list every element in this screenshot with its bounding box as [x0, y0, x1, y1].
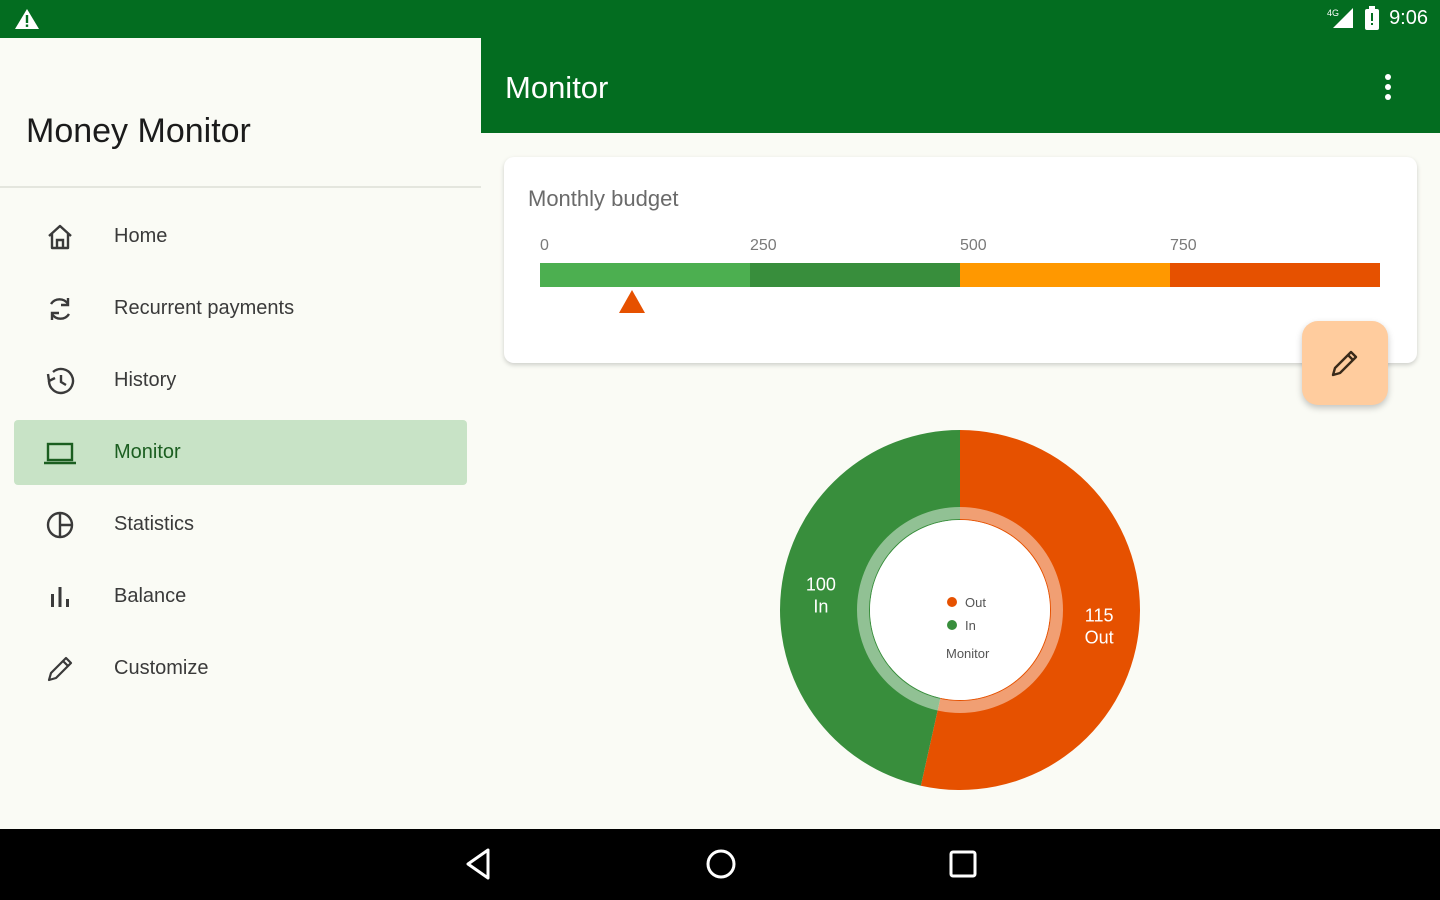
page-title: Monitor [505, 70, 609, 105]
nav-list: Home Recurrent payments History Monitor … [14, 204, 467, 708]
back-icon[interactable] [464, 847, 492, 881]
slice-name-label: In [813, 597, 828, 617]
budget-tick-label: 500 [960, 237, 987, 254]
sidebar-item-history[interactable]: History [14, 348, 467, 413]
pie-chart-icon [46, 511, 74, 539]
navigation-drawer: Money Monitor Home Recurrent payments Hi… [0, 38, 481, 829]
system-navigation-bar [0, 829, 1440, 900]
budget-card: Monthly budget 0 250 500 750 [504, 157, 1417, 363]
budget-tick-label: 250 [750, 237, 777, 254]
donut-center-label: Monitor [946, 646, 990, 661]
budget-segment [750, 263, 960, 287]
slice-name-label: Out [1085, 627, 1114, 647]
sidebar-item-label: Balance [114, 585, 187, 607]
home-button-icon[interactable] [704, 847, 738, 881]
slice-value-label: 115 [1085, 605, 1114, 625]
budget-tick-label: 0 [540, 237, 549, 254]
history-icon [46, 367, 75, 395]
sidebar-item-label: Recurrent payments [114, 297, 295, 319]
bar-chart-icon [51, 587, 69, 607]
recents-icon[interactable] [948, 847, 978, 881]
home-icon [48, 224, 72, 250]
battery-icon [1365, 6, 1380, 30]
sidebar-item-label: Statistics [114, 513, 195, 535]
sidebar-item-label: Monitor [114, 441, 181, 463]
budget-segment [540, 263, 750, 287]
app-bar: Monitor [481, 38, 1440, 133]
budget-label: Monthly budget [528, 186, 679, 211]
sidebar-item-label: Customize [114, 657, 209, 679]
status-bar: 4G 9:06 [0, 0, 1440, 38]
in-out-donut-chart: 115Out100In OutInMonitor [779, 430, 1140, 790]
pencil-icon [47, 656, 73, 682]
svg-text:4G: 4G [1327, 8, 1339, 18]
sidebar-item-recurrent-payments[interactable]: Recurrent payments [14, 276, 467, 341]
signal-icon: 4G [1327, 8, 1354, 28]
drawer-title: Money Monitor [26, 112, 251, 150]
legend-label: Out [965, 595, 986, 610]
edit-button[interactable] [1302, 321, 1388, 405]
sidebar-item-customize[interactable]: Customize [14, 636, 467, 701]
legend-dot [947, 620, 957, 630]
more-options-icon[interactable] [1382, 74, 1394, 102]
sidebar-item-home[interactable]: Home [14, 204, 467, 269]
budget-segment [960, 263, 1170, 287]
legend-label: In [965, 618, 976, 633]
budget-segment [1170, 263, 1380, 287]
budget-marker [619, 290, 646, 313]
sidebar-item-label: History [114, 369, 177, 391]
slice-value-label: 100 [806, 575, 836, 595]
budget-tick-label: 750 [1170, 237, 1197, 254]
drawer-divider [0, 186, 481, 188]
status-time: 9:06 [1389, 6, 1428, 29]
refresh-icon [49, 298, 71, 320]
sidebar-item-label: Home [114, 225, 168, 247]
laptop-icon [44, 442, 76, 465]
donut-hole [870, 520, 1050, 700]
sidebar-item-balance[interactable]: Balance [14, 564, 467, 629]
pencil-icon [1331, 350, 1358, 377]
warning-icon [15, 9, 39, 29]
legend-dot [947, 597, 957, 607]
sidebar-item-statistics[interactable]: Statistics [14, 492, 467, 557]
sidebar-item-monitor[interactable]: Monitor [14, 420, 467, 485]
